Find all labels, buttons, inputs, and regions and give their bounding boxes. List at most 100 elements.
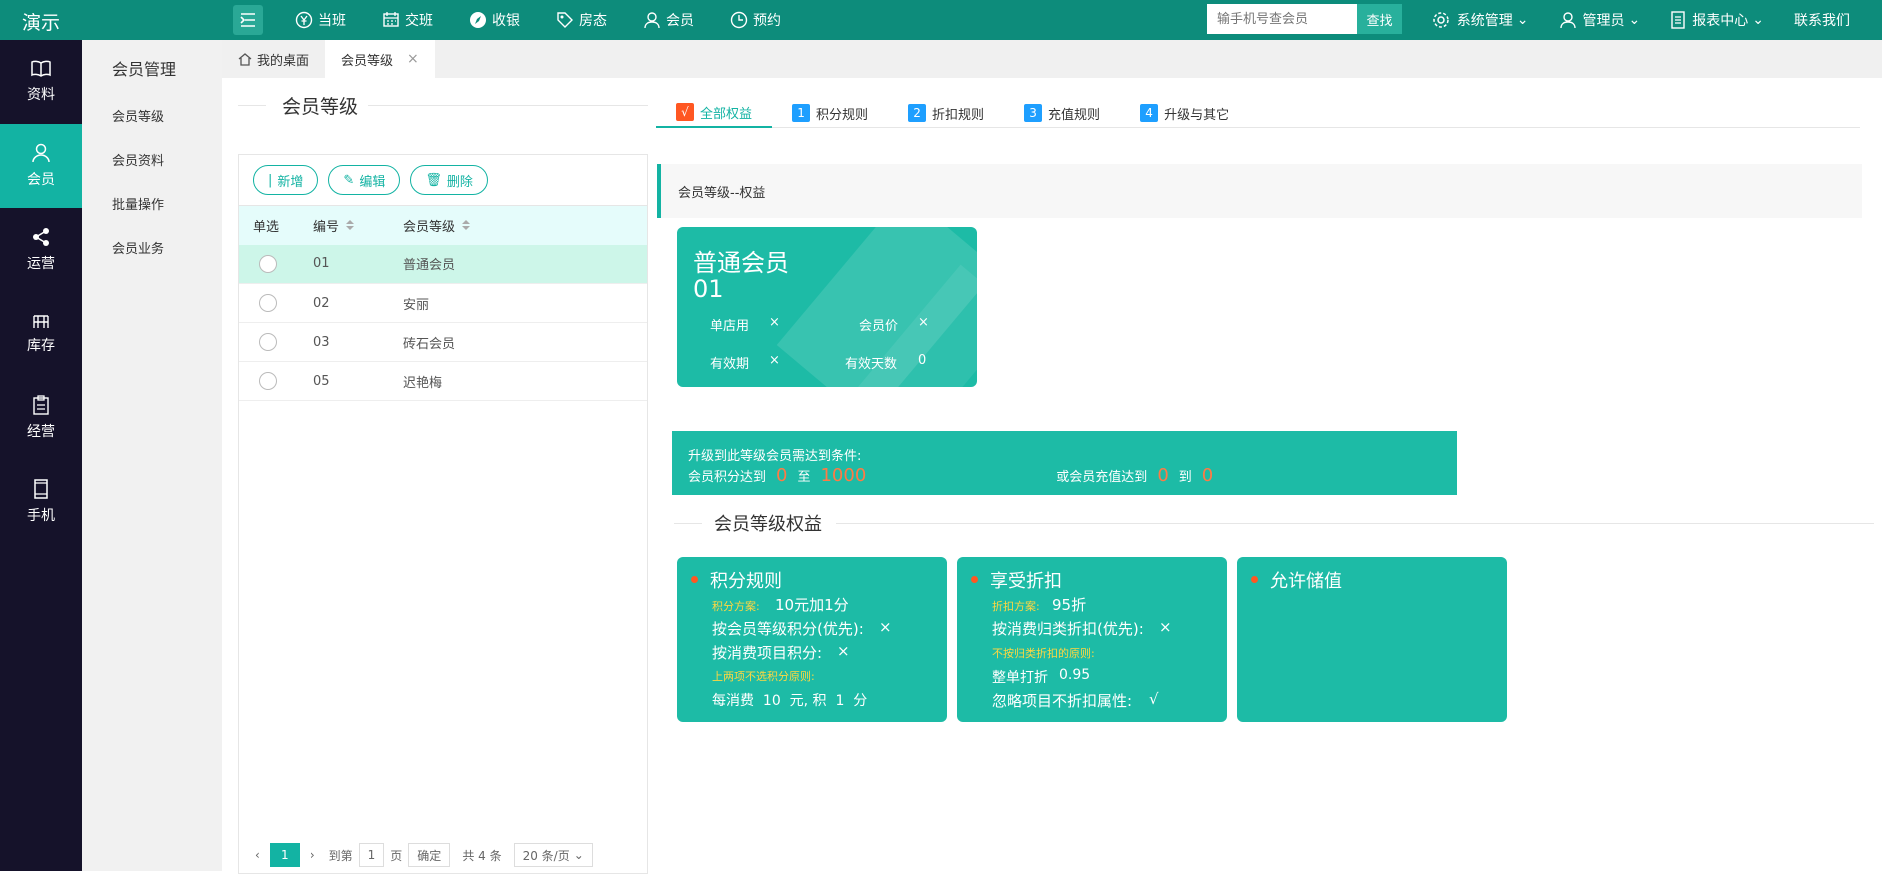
section-title-benefits: 会员等级权益 — [674, 510, 1874, 536]
member-search-input[interactable] — [1207, 4, 1357, 34]
yen-icon — [295, 11, 313, 29]
page-current[interactable]: 1 — [269, 843, 300, 867]
sidebar-item-batch[interactable]: 批量操作 — [82, 184, 222, 228]
leftnav-item-data[interactable]: 资料 — [0, 40, 82, 124]
points-to: 1000 — [820, 465, 867, 486]
book-icon — [31, 60, 51, 77]
tab-label: 全部权益 — [700, 106, 753, 122]
cell-number: 01 — [299, 244, 389, 284]
tab-points-rules[interactable]: 1 积分规则 — [772, 98, 888, 128]
tab-all-benefits[interactable]: √ 全部权益 — [656, 98, 773, 128]
section-title-text: 会员等级权益 — [714, 514, 822, 535]
valid-days-value: 0 — [918, 353, 927, 368]
leftnav-item-operations[interactable]: 运营 — [0, 208, 82, 292]
benefit-tabs: √ 全部权益 1 积分规则 2 折扣规则 3 充值规则 4 升级与其它 — [656, 98, 1860, 128]
sort-icon[interactable] — [345, 219, 355, 235]
single-store-label: 单店用 — [710, 319, 750, 334]
tab-upgrade-other[interactable]: 4 升级与其它 — [1120, 98, 1249, 128]
to-label: 至 — [797, 470, 811, 485]
leftnav-label: 经营 — [27, 424, 55, 440]
pagination: ‹ 1 › 到第 1 页 确定 共 4 条 20 条/页 ⌄ — [255, 843, 599, 867]
member-level-table: 单选 编号 会员等级 01 普通会员 02 安丽 03 砖石会员 05 迟艳梅 — [239, 205, 647, 401]
tab-label: 折扣规则 — [932, 107, 985, 123]
tab-label: 充值规则 — [1048, 107, 1101, 123]
card-title: 积分规则 — [710, 571, 782, 592]
nav-cashier[interactable]: 收银 — [469, 0, 520, 40]
leftnav-item-mobile[interactable]: 手机 — [0, 460, 82, 544]
number-badge: 3 — [1024, 104, 1043, 122]
item-points-label: 按消费项目积分: — [712, 644, 823, 662]
goto-page-input[interactable]: 1 — [358, 843, 385, 867]
points-unit: 分 — [853, 693, 868, 709]
radio-button[interactable] — [259, 254, 277, 273]
tab-recharge-rules[interactable]: 3 充值规则 — [1004, 98, 1120, 128]
table-row[interactable]: 03 砖石会员 — [239, 322, 647, 362]
divider — [836, 522, 1874, 524]
grid-icon — [33, 315, 49, 328]
goto-confirm-button[interactable]: 确定 — [408, 843, 451, 867]
contact-us-link[interactable]: 联系我们 — [1794, 10, 1850, 30]
nav-on-duty[interactable]: 当班 — [295, 0, 346, 40]
page-size-select[interactable]: 20 条/页 ⌄ — [513, 843, 593, 867]
nav-label: 预约 — [753, 13, 781, 29]
user-icon — [644, 12, 660, 29]
sidebar-item-member-profile[interactable]: 会员资料 — [82, 140, 222, 184]
top-nav: 当班 交班 收银 房态 会员 预约 — [295, 0, 817, 40]
condition-title: 升级到此等级会员需达到条件: — [688, 449, 862, 464]
nav-label: 收银 — [492, 13, 520, 29]
menu-toggle-button[interactable] — [233, 5, 263, 35]
table-row[interactable]: 01 普通会员 — [239, 244, 647, 284]
search-button[interactable]: 查找 — [1357, 4, 1402, 34]
divider — [674, 522, 702, 524]
col-number[interactable]: 编号 — [299, 205, 389, 245]
leftnav-item-member[interactable]: 会员 — [0, 124, 82, 208]
radio-button[interactable] — [259, 333, 277, 351]
radio-button[interactable] — [259, 294, 277, 312]
trash-icon: 🗑 — [425, 172, 442, 188]
number-badge: 2 — [908, 104, 927, 122]
points-label: 会员积分达到 — [688, 470, 767, 485]
spend-rule: 每消费 10 元, 积 1 分 — [712, 690, 867, 710]
prev-page-icon[interactable]: ‹ — [255, 848, 260, 862]
valid-days-label: 有效天数 — [845, 357, 898, 372]
table-row[interactable]: 05 迟艳梅 — [239, 361, 647, 401]
discount-card: 享受折扣 折扣方案: 95折 按消费归类折扣(优先): × 不按归类折扣的原则:… — [957, 557, 1227, 722]
close-icon[interactable]: × — [407, 51, 419, 67]
category-discount-label: 按消费归类折扣(优先): — [992, 620, 1144, 638]
nav-member[interactable]: 会员 — [643, 0, 694, 40]
system-settings-menu[interactable]: 系统管理 ⌄ — [1431, 10, 1529, 30]
sort-icon[interactable] — [461, 219, 471, 235]
leftnav-item-business[interactable]: 经营 — [0, 376, 82, 460]
report-center-menu[interactable]: 报表中心 ⌄ — [1670, 10, 1764, 30]
chevron-down-icon: ⌄ — [1628, 12, 1641, 28]
table-row[interactable]: 02 安丽 — [239, 283, 647, 323]
tab-member-level[interactable]: 会员等级 × — [325, 40, 435, 78]
nav-handover[interactable]: 交班 — [382, 0, 433, 40]
points-value: 1 — [835, 693, 845, 709]
points-rules-card: 积分规则 积分方案: 10元加1分 按会员等级积分(优先): × 按消费项目积分… — [677, 557, 947, 722]
nav-booking[interactable]: 预约 — [730, 0, 781, 40]
add-button[interactable]: | 新增 — [253, 165, 319, 195]
compass-icon — [470, 12, 486, 28]
calendar-icon — [383, 12, 399, 27]
sidebar-item-member-level[interactable]: 会员等级 — [82, 96, 222, 140]
admin-menu[interactable]: 管理员 ⌄ — [1559, 10, 1641, 30]
level-points-label: 按会员等级积分(优先): — [712, 620, 864, 638]
tab-home[interactable]: 我的桌面 — [222, 40, 325, 78]
edit-button[interactable]: ✎ 编辑 — [328, 165, 401, 195]
sidebar-item-member-business[interactable]: 会员业务 — [82, 228, 222, 272]
col-level[interactable]: 会员等级 — [389, 205, 647, 245]
delete-button[interactable]: 🗑 删除 — [410, 165, 488, 195]
tab-discount-rules[interactable]: 2 折扣规则 — [888, 98, 1004, 128]
member-card: 普通会员 01 单店用 × 会员价 × 有效期 × 有效天数 0 — [677, 227, 977, 387]
table-header: 单选 编号 会员等级 — [239, 205, 647, 245]
nav-room-status[interactable]: 房态 — [556, 0, 607, 40]
cell-level: 迟艳梅 — [389, 361, 647, 401]
section-title-text: 会员等级 — [282, 96, 359, 118]
user-icon — [1559, 12, 1576, 29]
next-page-icon[interactable]: › — [310, 848, 315, 862]
leftnav-item-inventory[interactable]: 库存 — [0, 292, 82, 376]
tab-label: 积分规则 — [816, 107, 869, 123]
radio-button[interactable] — [259, 372, 277, 390]
member-level-panel: | 新增 ✎ 编辑 🗑 删除 单选 编号 会员等级 01 普通会员 02 安丽 03 砖石会… — [238, 154, 648, 874]
